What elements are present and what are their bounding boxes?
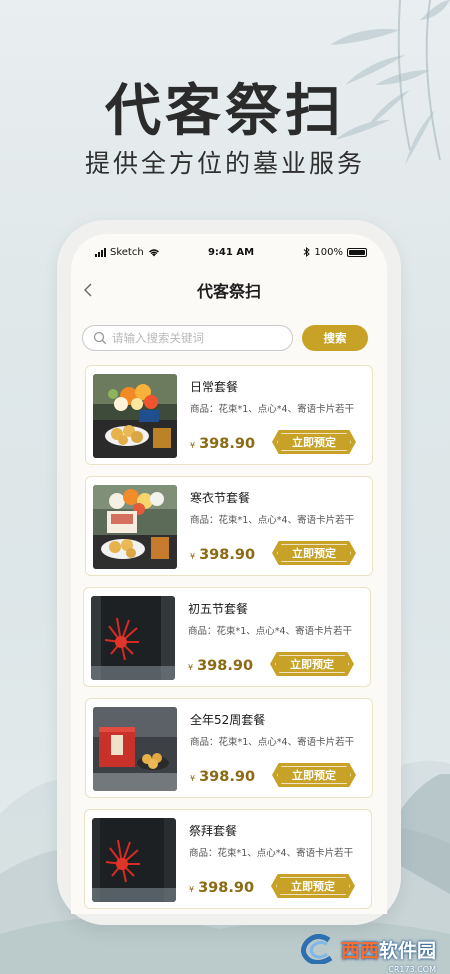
book-now-button[interactable]: 立即预定 xyxy=(271,874,355,898)
package-description: 商品：花束*1、点心*4、寄语卡片若干 xyxy=(190,404,355,415)
package-card[interactable]: 初五节套餐 商品：花束*1、点心*4、寄语卡片若干 ¥398.90 立即预定 xyxy=(83,587,371,687)
package-description: 商品：花束*1、点心*4、寄语卡片若干 xyxy=(190,737,355,748)
status-time: 9:41 AM xyxy=(207,246,255,258)
package-name: 寒衣节套餐 xyxy=(190,491,251,505)
battery-icon xyxy=(347,247,367,257)
package-description: 商品：花束*1、点心*4、寄语卡片若干 xyxy=(188,626,353,637)
price-value: 398.90 xyxy=(199,769,256,785)
phone-screen: Sketch 9:41 AM 100% 代客祭扫 请输入搜索关键词 搜索 日常套… xyxy=(71,234,387,914)
package-price: ¥398.90 xyxy=(190,433,255,452)
book-now-button[interactable]: 立即预定 xyxy=(272,430,356,454)
package-image xyxy=(93,374,177,458)
currency-symbol: ¥ xyxy=(190,774,196,783)
package-card[interactable]: 全年52周套餐 商品：花束*1、点心*4、寄语卡片若干 ¥398.90 立即预定 xyxy=(85,698,373,798)
price-value: 398.90 xyxy=(198,880,255,896)
package-card[interactable]: 寒衣节套餐 商品：花束*1、点心*4、寄语卡片若干 ¥398.90 立即预定 xyxy=(85,476,373,576)
watermark-brand-a: 西西 xyxy=(340,939,379,962)
search-button[interactable]: 搜索 xyxy=(302,325,368,351)
book-now-button[interactable]: 立即预定 xyxy=(272,541,356,565)
currency-symbol: ¥ xyxy=(189,885,195,894)
price-value: 398.90 xyxy=(197,658,254,674)
book-now-button[interactable]: 立即预定 xyxy=(270,652,354,676)
package-name: 全年52周套餐 xyxy=(190,713,266,727)
package-name: 初五节套餐 xyxy=(188,602,249,616)
cr-logo-icon xyxy=(300,934,333,964)
package-image xyxy=(93,485,177,569)
carrier-label: Sketch xyxy=(110,246,144,258)
search-field[interactable] xyxy=(82,325,293,351)
search-input[interactable] xyxy=(112,331,282,345)
currency-symbol: ¥ xyxy=(190,552,196,561)
book-now-label: 立即预定 xyxy=(291,880,335,893)
watermark-url: CR173.COM xyxy=(388,965,436,974)
package-card[interactable]: 日常套餐 商品：花束*1、点心*4、寄语卡片若干 ¥398.90 立即预定 xyxy=(85,365,373,465)
search-row: 搜索 xyxy=(82,325,368,351)
book-now-label: 立即预定 xyxy=(292,436,336,449)
package-name: 日常套餐 xyxy=(190,380,239,394)
currency-symbol: ¥ xyxy=(190,441,196,450)
hero-title: 代客祭扫 xyxy=(105,79,345,144)
package-image xyxy=(92,818,176,902)
package-description: 商品：花束*1、点心*4、寄语卡片若干 xyxy=(189,848,354,859)
currency-symbol: ¥ xyxy=(188,663,194,672)
wifi-icon xyxy=(148,248,159,256)
nav-bar: 代客祭扫 xyxy=(71,276,387,302)
book-now-label: 立即预定 xyxy=(292,769,336,782)
price-value: 398.90 xyxy=(199,547,256,563)
battery-percent: 100% xyxy=(314,246,343,258)
package-name: 祭拜套餐 xyxy=(189,824,238,838)
book-now-button[interactable]: 立即预定 xyxy=(272,763,356,787)
book-now-label: 立即预定 xyxy=(292,547,336,560)
book-now-label: 立即预定 xyxy=(290,658,334,671)
hero-subtitle: 提供全方位的墓业服务 xyxy=(84,149,365,178)
package-price: ¥398.90 xyxy=(189,877,254,896)
page-title: 代客祭扫 xyxy=(196,282,261,301)
package-image xyxy=(91,596,175,680)
search-icon xyxy=(93,331,107,345)
package-description: 商品：花束*1、点心*4、寄语卡片若干 xyxy=(190,515,355,526)
package-price: ¥398.90 xyxy=(188,655,253,674)
price-value: 398.90 xyxy=(199,436,256,452)
site-watermark: 西西软件园 CR173.COM xyxy=(300,934,436,974)
signal-bars-icon xyxy=(95,247,106,257)
package-card[interactable]: 祭拜套餐 商品：花束*1、点心*4、寄语卡片若干 ¥398.90 立即预定 xyxy=(84,809,372,909)
package-price: ¥398.90 xyxy=(190,766,255,785)
watermark-brand-b: 软件园 xyxy=(378,939,436,962)
package-image xyxy=(93,707,177,791)
package-price: ¥398.90 xyxy=(190,544,255,563)
status-bar: Sketch 9:41 AM 100% xyxy=(95,244,367,260)
bluetooth-icon xyxy=(304,247,311,257)
